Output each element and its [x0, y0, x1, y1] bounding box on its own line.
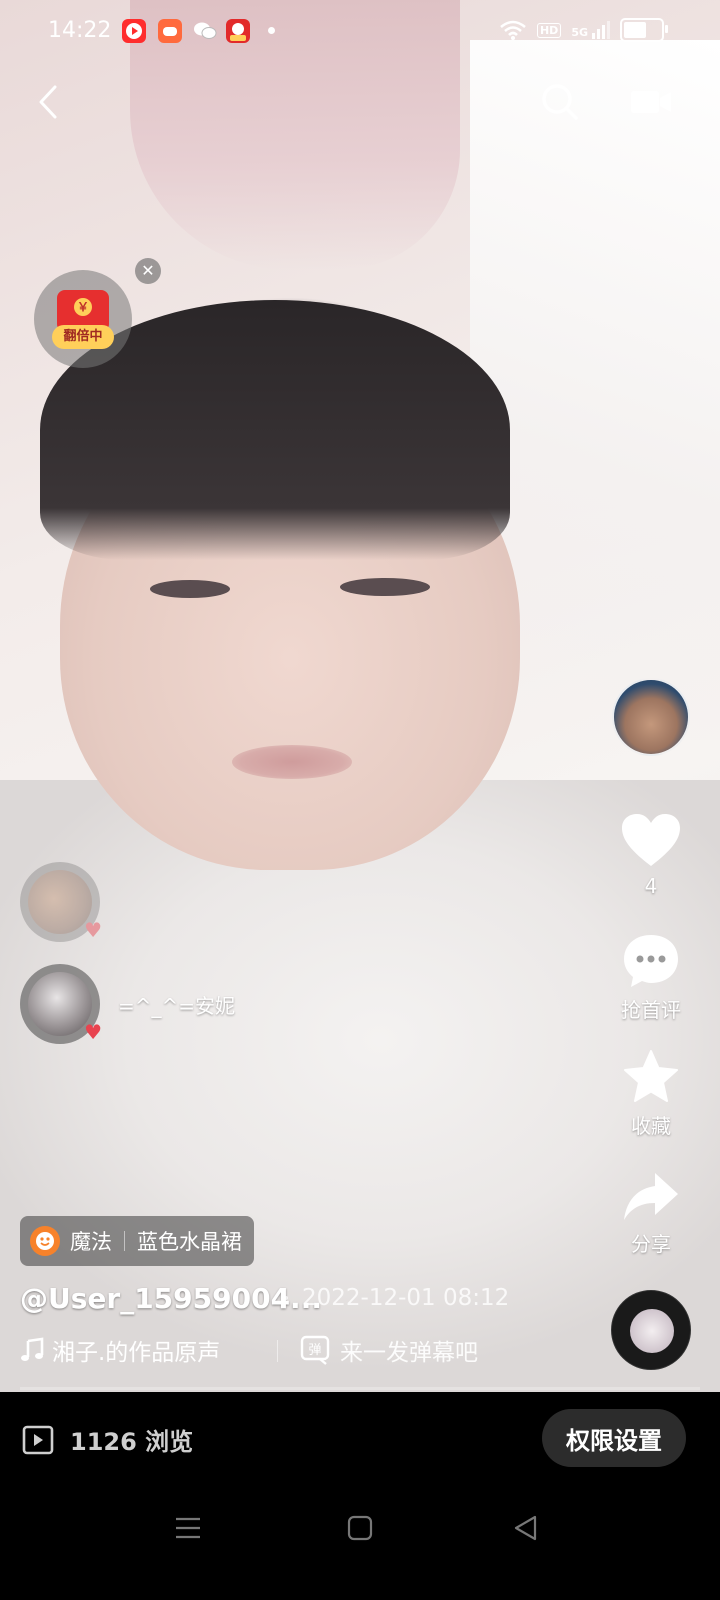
- author-avatar[interactable]: [612, 678, 690, 756]
- row-divider: [277, 1340, 278, 1362]
- danmu-input[interactable]: 弹 来一发弹幕吧: [300, 1333, 478, 1367]
- post-date: 2022-12-01 08:12: [302, 1285, 510, 1311]
- danmu-placeholder: 来一发弹幕吧: [340, 1340, 478, 1366]
- heart-icon: ♥: [84, 1020, 102, 1044]
- comment-label: 抢首评: [621, 998, 681, 1022]
- comment-floater: ♥ =^_^=安妮: [20, 964, 235, 1044]
- menu-nav-button[interactable]: [166, 1506, 210, 1550]
- author-name[interactable]: @User_15959004...: [20, 1282, 322, 1315]
- game-notification-icon: [158, 19, 182, 43]
- dot-separator: [284, 1296, 288, 1300]
- views-info: 1126 浏览: [22, 1422, 193, 1457]
- chevron-left-icon: [39, 85, 57, 119]
- red-packet-widget[interactable]: ￥ 翻倍中: [34, 270, 132, 368]
- like-count: 4: [644, 874, 658, 898]
- search-icon: [542, 84, 578, 120]
- coin-icon: ￥: [74, 298, 92, 316]
- bottom-bar: 1126 浏览 权限设置: [0, 1392, 720, 1482]
- share-button[interactable]: 分享: [612, 1170, 690, 1257]
- status-bar: 14:22 HD 5G: [0, 0, 720, 64]
- star-icon: [624, 1050, 678, 1102]
- favorite-label: 收藏: [631, 1114, 671, 1138]
- music-link[interactable]: 湘子.的作品原声: [20, 1333, 220, 1367]
- eye-left: [150, 580, 230, 598]
- magic-effect-name: 蓝色水晶裙: [137, 1230, 242, 1254]
- views-count: 1126 浏览: [70, 1428, 194, 1456]
- back-button[interactable]: [26, 80, 70, 124]
- hd-badge: HD: [536, 22, 562, 38]
- app-notification-icon: [122, 19, 146, 43]
- video-progress-bar[interactable]: [20, 1387, 700, 1390]
- magic-label: 魔法: [70, 1230, 112, 1254]
- more-notifications-dot: [268, 27, 275, 34]
- play-box-icon: [22, 1425, 54, 1454]
- battery-fill: [624, 22, 646, 38]
- search-button[interactable]: [536, 78, 584, 126]
- camera-button[interactable]: [626, 82, 676, 122]
- signal-icon: 5G: [571, 21, 610, 39]
- wifi-icon: [500, 20, 526, 40]
- floater-avatar: ♥: [20, 964, 102, 1044]
- home-nav-button[interactable]: [338, 1506, 382, 1550]
- heart-icon: ♥: [84, 918, 102, 942]
- music-note-icon: [21, 1337, 44, 1361]
- home-square-icon: [347, 1515, 373, 1541]
- menu-icon: [176, 1517, 200, 1539]
- status-time: 14:22: [48, 18, 112, 43]
- like-button[interactable]: 4: [612, 812, 690, 898]
- share-label: 分享: [631, 1232, 671, 1256]
- permission-settings-button[interactable]: 权限设置: [542, 1409, 686, 1467]
- eye-right: [340, 578, 430, 596]
- comment-floater-faded: ♥: [20, 862, 102, 942]
- music-disc[interactable]: [611, 1290, 691, 1370]
- status-right-group: HD 5G: [499, 18, 668, 42]
- share-arrow-icon: [624, 1173, 678, 1220]
- floater-avatar: ♥: [20, 862, 102, 942]
- floater-username: =^_^=安妮: [118, 993, 236, 1018]
- comment-button[interactable]: 抢首评: [612, 932, 690, 1023]
- heart-icon: [622, 814, 680, 866]
- tag-divider: [124, 1231, 125, 1251]
- comment-icon: [624, 935, 678, 987]
- music-title: 湘子.的作品原声: [52, 1340, 221, 1366]
- network-type: 5G: [571, 26, 588, 39]
- mouth: [232, 745, 352, 779]
- video-camera-icon: [631, 91, 671, 113]
- back-nav-button[interactable]: [504, 1506, 548, 1550]
- red-packet-close-button[interactable]: ✕: [135, 258, 161, 284]
- shopping-618-icon: [226, 19, 250, 43]
- system-nav-bar: [0, 1482, 720, 1600]
- red-packet-label: 翻倍中: [52, 325, 114, 349]
- danmu-icon: 弹: [300, 1335, 330, 1365]
- music-disc-cover: [630, 1309, 674, 1353]
- magic-face-icon: [30, 1226, 60, 1256]
- svg-text:弹: 弹: [308, 1343, 321, 1358]
- battery-icon: [620, 18, 668, 42]
- magic-effect-tag[interactable]: 魔法 蓝色水晶裙: [20, 1216, 254, 1266]
- wechat-icon: [192, 19, 217, 43]
- favorite-button[interactable]: 收藏: [612, 1048, 690, 1139]
- back-triangle-icon: [514, 1515, 537, 1541]
